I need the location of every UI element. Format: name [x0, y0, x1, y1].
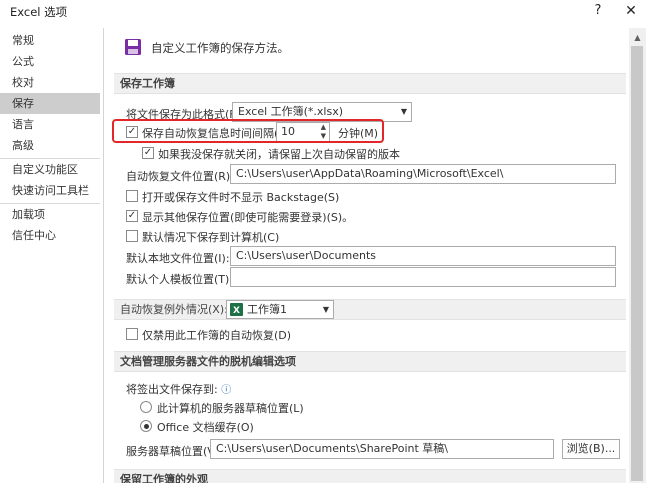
show-other-locations-checkbox[interactable]: ✓	[126, 210, 138, 222]
disable-autorecover-checkbox[interactable]	[126, 328, 138, 340]
workbook-value: 工作簿1	[247, 303, 287, 316]
title-bar: Excel 选项 ? ✕	[0, 0, 650, 24]
info-icon: ⓘ	[221, 385, 232, 396]
section-heading-save: 保存工作簿	[114, 73, 626, 94]
radio-office-cache-label: Office 文档缓存(O)	[157, 421, 254, 434]
no-backstage-label: 打开或保存文件时不显示 Backstage(S)	[142, 191, 340, 204]
file-format-value: Excel 工作簿(*.xlsx)	[238, 105, 344, 118]
section-heading-offline: 文档管理服务器文件的脱机编辑选项	[114, 351, 626, 372]
nav-item-general[interactable]: 常规	[0, 30, 100, 51]
nav-item-customize-ribbon[interactable]: 自定义功能区	[0, 159, 100, 180]
radio-office-cache[interactable]	[140, 420, 152, 432]
chevron-down-icon: ▼	[322, 305, 329, 314]
nav-item-add-ins[interactable]: 加载项	[0, 204, 100, 225]
keep-last-version-checkbox[interactable]: ✓	[142, 147, 154, 159]
excel-workbook-icon: X	[230, 303, 243, 316]
options-nav: 常规 公式 校对 保存 语言 高级 自定义功能区 快速访问工具栏 加载项 信任中…	[0, 28, 100, 483]
nav-item-language[interactable]: 语言	[0, 114, 100, 135]
personal-templates-label: 默认个人模板位置(T):	[126, 273, 234, 286]
server-drafts-location-input[interactable]: C:\Users\user\Documents\SharePoint 草稿\	[210, 439, 554, 459]
svg-text:X: X	[233, 306, 240, 316]
chevron-down-icon: ▼	[400, 107, 407, 116]
highlight-annotation	[112, 119, 384, 143]
nav-item-formulas[interactable]: 公式	[0, 51, 100, 72]
default-local-location-label: 默认本地文件位置(I):	[126, 252, 230, 265]
autorecover-location-label: 自动恢复文件位置(R):	[126, 170, 234, 183]
section-heading-preserve: 保留工作簿的外观	[114, 469, 626, 483]
save-options-pane: 自定义工作簿的保存方法。 保存工作簿 将文件保存为此格式(F): Excel 工…	[104, 28, 628, 483]
nav-item-trust-center[interactable]: 信任中心	[0, 225, 100, 246]
nav-item-advanced[interactable]: 高级	[0, 135, 100, 156]
disable-autorecover-label: 仅禁用此工作簿的自动恢复(D)	[142, 329, 292, 342]
keep-last-version-label: 如果我没保存就关闭，请保留上次自动保留的版本	[158, 148, 400, 161]
close-button[interactable]: ✕	[616, 0, 646, 22]
default-local-location-input[interactable]: C:\Users\user\Documents	[230, 246, 616, 266]
personal-templates-input[interactable]	[230, 267, 616, 287]
save-checked-out-label: 将签出文件保存到: ⓘ	[126, 381, 231, 397]
page-title: 自定义工作簿的保存方法。	[151, 41, 289, 55]
nav-item-save[interactable]: 保存	[0, 93, 100, 114]
floppy-disk-icon	[124, 38, 142, 56]
autorecover-location-input[interactable]: C:\Users\user\AppData\Roaming\Microsoft\…	[230, 164, 616, 184]
browse-button[interactable]: 浏览(B)...	[562, 439, 620, 459]
nav-item-proofing[interactable]: 校对	[0, 72, 100, 93]
scrollbar-thumb[interactable]	[631, 46, 643, 481]
show-other-locations-label: 显示其他保存位置(即使可能需要登录)(S)。	[142, 211, 354, 224]
default-to-computer-checkbox[interactable]	[126, 230, 138, 242]
autorecover-exceptions-row: 自动恢复例外情况(X):	[114, 299, 626, 320]
workbook-dropdown[interactable]: X 工作簿1 ▼	[226, 300, 334, 319]
scroll-up-icon[interactable]: ▲	[629, 30, 646, 45]
radio-server-drafts-label: 此计算机的服务器草稿位置(L)	[157, 402, 304, 415]
no-backstage-checkbox[interactable]	[126, 190, 138, 202]
help-button[interactable]: ?	[586, 1, 610, 21]
nav-item-quick-access-toolbar[interactable]: 快速访问工具栏	[0, 180, 100, 201]
save-checked-out-text: 将签出文件保存到:	[126, 383, 218, 396]
autorecover-exceptions-label: 自动恢复例外情况(X):	[120, 303, 228, 316]
window-title: Excel 选项	[10, 5, 68, 19]
radio-server-drafts[interactable]	[140, 401, 152, 413]
default-to-computer-label: 默认情况下保存到计算机(C)	[142, 231, 280, 244]
server-drafts-location-label: 服务器草稿位置(V):	[126, 445, 223, 458]
